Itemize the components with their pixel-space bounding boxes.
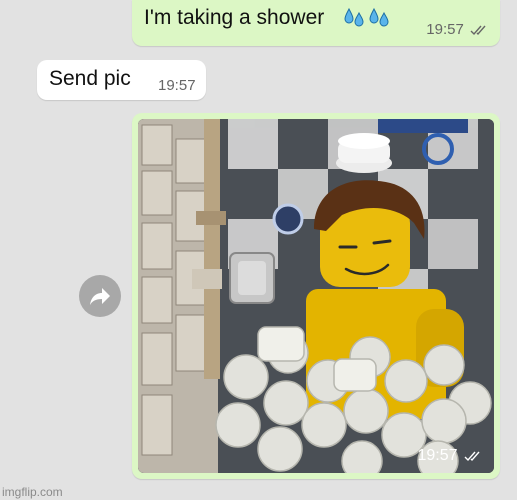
message-meta: 19:57 xyxy=(418,447,485,465)
outgoing-message-bubble[interactable]: I'm taking a shower 19:57 xyxy=(132,0,500,46)
double-check-icon xyxy=(470,25,486,36)
chat-view: I'm taking a shower 19:57 Send pic 19:57 xyxy=(0,0,517,500)
sweat-droplets-icon xyxy=(344,7,391,29)
watermark: imgflip.com xyxy=(2,485,63,499)
message-time: 19:57 xyxy=(417,447,458,464)
double-check-icon xyxy=(464,451,480,461)
message-text: I'm taking a shower xyxy=(144,6,325,29)
shower-photo[interactable] xyxy=(138,119,494,473)
outgoing-image-message[interactable]: 19:57 xyxy=(132,113,500,479)
forward-button[interactable] xyxy=(79,275,121,317)
incoming-message-bubble[interactable]: Send pic 19:57 xyxy=(37,60,206,100)
message-text: Send pic xyxy=(49,67,131,90)
message-meta: 19:57 xyxy=(426,21,490,38)
message-time: 19:57 xyxy=(158,77,196,94)
forward-icon xyxy=(90,288,110,305)
message-time: 19:57 xyxy=(426,21,464,38)
